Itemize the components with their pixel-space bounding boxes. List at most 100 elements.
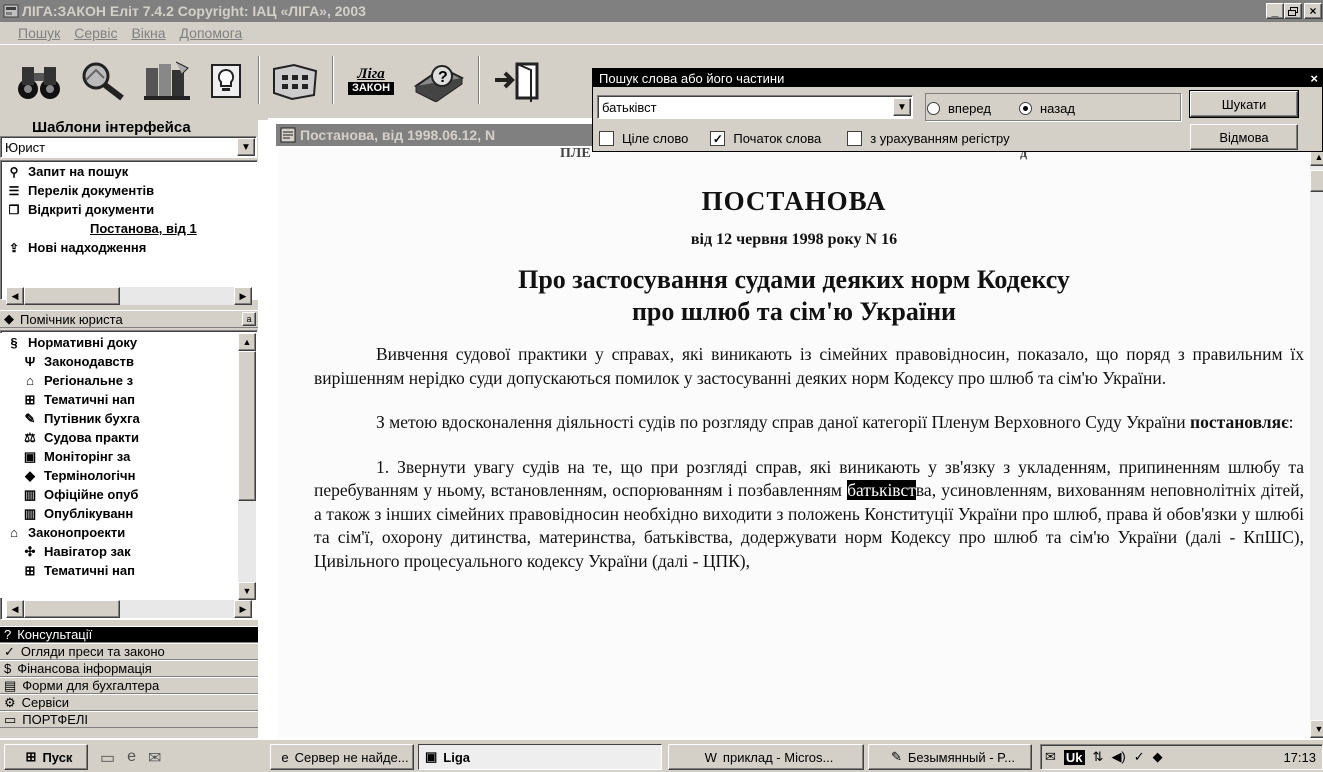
assistant-item[interactable]: ⊞ Тематичні нап xyxy=(0,390,240,409)
scroll-right-icon[interactable]: ▶ xyxy=(234,600,252,618)
cancel-button[interactable]: Відмова xyxy=(1190,124,1298,150)
calculator-icon[interactable] xyxy=(268,55,326,107)
assistant-item[interactable]: § Нормативні доку xyxy=(0,333,240,352)
volume-icon[interactable]: ◀) xyxy=(1111,749,1125,765)
help-book-icon[interactable]: ? xyxy=(410,55,468,107)
group-press[interactable]: ✓ Огляди преси та законо xyxy=(0,643,258,660)
minimize-button[interactable]: _ xyxy=(1266,3,1284,19)
scroll-up-icon[interactable]: ▲ xyxy=(238,333,256,351)
task-label: Безымянный - P... xyxy=(907,749,1015,765)
antivirus-icon[interactable]: ◆ xyxy=(1153,749,1163,765)
maximize-button[interactable] xyxy=(1284,3,1302,19)
mail-icon[interactable]: ✉ xyxy=(1045,749,1056,765)
word-start-checkbox[interactable]: ✓ xyxy=(710,131,726,146)
menu-windows[interactable]: Вікна xyxy=(131,25,165,41)
windows-logo-icon: ⊞ xyxy=(25,749,37,764)
trident-icon: Ψ xyxy=(24,354,36,369)
scroll-right-icon[interactable]: ▶ xyxy=(234,287,252,305)
scroll-left-icon[interactable]: ◀ xyxy=(6,600,24,618)
paragraph-3: 1. Звернути увагу судів на те, що при ро… xyxy=(278,456,1310,574)
cut-header: ПЛЕ xyxy=(560,148,591,161)
close-icon[interactable]: × xyxy=(1310,71,1318,86)
group-label: Фінансова інформація xyxy=(17,661,152,676)
assistant-item-label: Офіційне опуб xyxy=(44,487,139,502)
assistant-item[interactable]: ▥ Офіційне опуб xyxy=(0,485,240,504)
network-icon[interactable]: ⇅ xyxy=(1093,749,1104,765)
task-paint[interactable]: ✎ Безымянный - P... xyxy=(868,744,1032,770)
group-forms[interactable]: ▤ Форми для бухгалтера xyxy=(0,677,258,694)
assistant-item-label: Тематичні нап xyxy=(44,563,135,578)
nav-item-document-list[interactable]: ☰ Перелік документів xyxy=(0,181,258,200)
direction-frame xyxy=(925,93,1181,121)
task-ie[interactable]: e Сервер не найде... xyxy=(270,744,414,770)
assistant-item[interactable]: ⌂ Законопроекти xyxy=(0,523,240,542)
system-tray: ✉ Uk ⇅ ◀) ✓ ◆ 17:13 xyxy=(1040,744,1323,770)
nav-item-open-document-link[interactable]: Постанова, від 1 xyxy=(0,219,258,238)
nav-item-open-documents[interactable]: ❐ Відкриті документи xyxy=(0,200,258,219)
assistant-group-header[interactable]: ◆ Помічник юриста a xyxy=(0,310,258,328)
assistant-item[interactable]: ⌂ Регіональне з xyxy=(0,371,240,390)
assistant-tree: § Нормативні доку Ψ Законодавств ⌂ Регіональн… xyxy=(0,333,240,598)
assistant-item[interactable]: Ψ Законодавств xyxy=(0,352,240,371)
nav-item-search-query[interactable]: ⚲ Запит на пошук xyxy=(0,162,258,181)
chevron-down-icon[interactable]: ▼ xyxy=(893,98,911,116)
exit-door-icon[interactable] xyxy=(488,55,548,107)
desktop-icon[interactable]: ▭ xyxy=(100,748,115,768)
tree-icon: ⊞ xyxy=(24,562,36,578)
document-vscrollbar[interactable]: ▲ ▼ xyxy=(1310,148,1323,738)
scroll-thumb[interactable] xyxy=(24,600,120,618)
assistant-item-label: Регіональне з xyxy=(44,373,134,388)
scroll-down-icon[interactable]: ▼ xyxy=(238,582,256,600)
assistant-item[interactable]: ▣ Моніторінг за xyxy=(0,447,240,466)
group-finance[interactable]: $ Фінансова інформація xyxy=(0,660,258,677)
group-portfolio[interactable]: ▭ ПОРТФЕЛІ xyxy=(0,711,258,728)
nav-item-new-arrivals[interactable]: ⇪ Нові надходження xyxy=(0,238,258,257)
assistant-item[interactable]: ◆ Термінологічн xyxy=(0,466,240,485)
start-button[interactable]: ⊞ Пуск xyxy=(4,744,88,770)
assistant-item[interactable]: ▥ Опублікуванн xyxy=(0,504,240,523)
collapse-icon[interactable]: a xyxy=(242,312,256,326)
nav-hscrollbar[interactable]: ◀ ▶ xyxy=(6,287,252,305)
assistant-item[interactable]: ✎ Путівник бухга xyxy=(0,409,240,428)
close-button[interactable]: × xyxy=(1304,3,1322,19)
scroll-down-icon[interactable]: ▼ xyxy=(1310,720,1323,738)
new-arrivals-icon: ⇪ xyxy=(8,240,20,255)
search-input[interactable]: батьківст ▼ xyxy=(597,95,913,119)
assistant-vscrollbar[interactable]: ▲ ▼ xyxy=(238,333,256,600)
scroll-thumb[interactable] xyxy=(238,351,256,501)
group-consult[interactable]: ? Консультації xyxy=(0,626,258,643)
language-indicator[interactable]: Uk xyxy=(1063,749,1085,765)
scroll-thumb[interactable] xyxy=(24,287,120,305)
scroll-left-icon[interactable]: ◀ xyxy=(6,287,24,305)
assistant-item[interactable]: ✣ Навігатор зак xyxy=(0,542,240,561)
task-liga[interactable]: ▣ Liga xyxy=(418,744,662,770)
case-checkbox[interactable] xyxy=(847,131,863,146)
menu-service[interactable]: Сервіс xyxy=(74,25,117,41)
chevron-down-icon[interactable]: ▼ xyxy=(237,138,255,156)
assistant-item[interactable]: ⚖ Судова практи xyxy=(0,428,240,447)
group-services[interactable]: ⚙ Сервіси xyxy=(0,694,258,711)
scroll-thumb[interactable] xyxy=(1310,170,1323,192)
menu-help[interactable]: Допомога xyxy=(180,25,243,41)
assistant-item-label: Нормативні доку xyxy=(28,335,138,350)
assistant-item[interactable]: ⊞ Тематичні нап xyxy=(0,561,240,580)
browser-icon[interactable]: e xyxy=(127,748,136,768)
magnifier-icon[interactable] xyxy=(76,55,130,107)
search-button[interactable]: Шукати xyxy=(1189,90,1299,118)
menu-search[interactable]: Пошук xyxy=(18,25,60,41)
document-title-line2: про шлюб та сім'ю України xyxy=(631,297,957,326)
scheduler-icon[interactable]: ✓ xyxy=(1134,749,1145,765)
liga-icon: ▣ xyxy=(425,749,438,764)
document-heading: ПОСТАНОВА xyxy=(701,186,887,216)
liga-logo-button[interactable]: Ліга ЗАКОН xyxy=(340,55,402,107)
books-icon[interactable] xyxy=(140,55,198,107)
assistant-hscrollbar[interactable]: ◀ ▶ xyxy=(6,600,252,618)
template-select[interactable]: Юрист ▼ xyxy=(0,136,257,158)
bulb-icon[interactable] xyxy=(206,55,246,107)
group-label: Огляди преси та законо xyxy=(20,644,165,659)
task-word[interactable]: Wприклад - Micros... xyxy=(668,744,864,770)
whole-word-checkbox[interactable] xyxy=(599,131,614,146)
outlook-icon[interactable]: ✉ xyxy=(148,748,161,768)
search-binoculars-icon[interactable] xyxy=(14,55,64,107)
document-tab[interactable]: Постанова, від 1998.06.12, N xyxy=(276,124,621,146)
